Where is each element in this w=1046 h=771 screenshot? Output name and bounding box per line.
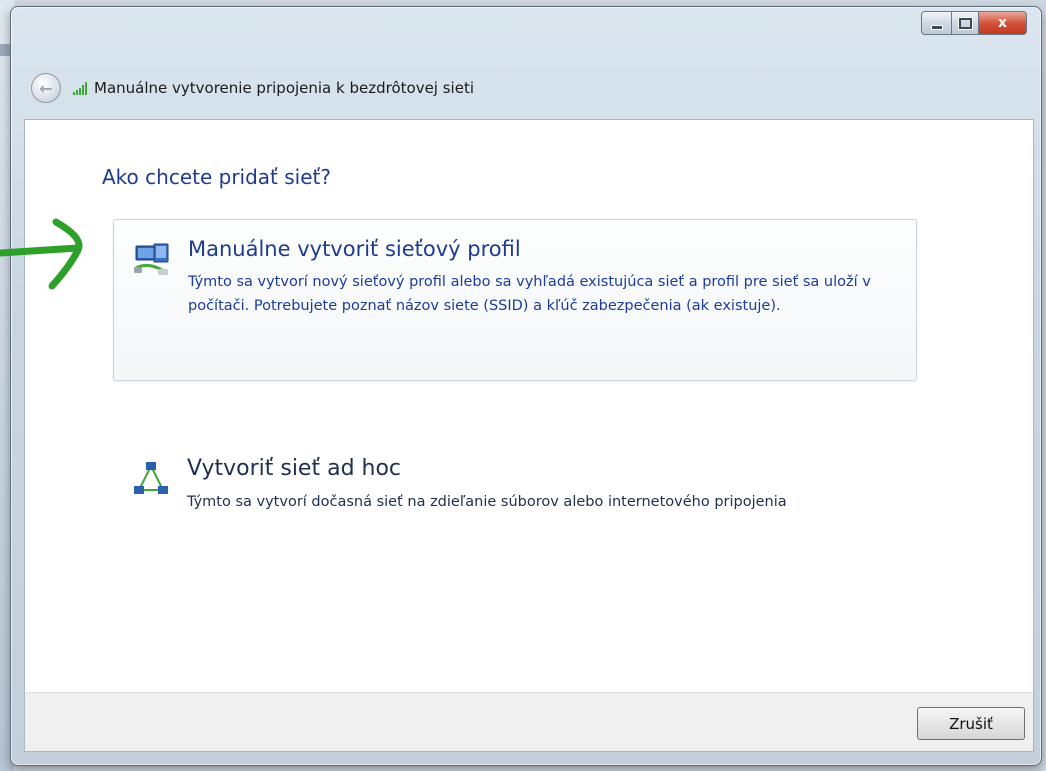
close-icon: x [997,15,1008,31]
maximize-button[interactable] [952,11,979,35]
wizard-footer: Zrušiť [24,692,1034,752]
wizard-content: Ako chcete pridať sieť? Manuálne vytvori… [24,119,1034,693]
back-arrow-icon: ← [39,78,53,98]
back-button[interactable]: ← [31,73,61,103]
option-manual-profile[interactable]: Manuálne vytvoriť sieťový profil Týmto s… [113,219,917,381]
option-description: Týmto sa vytvorí nový sieťový profil ale… [188,274,871,314]
close-button[interactable]: x [979,11,1027,35]
minimize-icon [930,24,943,30]
wireless-signal-icon [73,81,88,95]
navigation-bar: ← Manuálne vytvorenie pripojenia k bezdr… [31,73,474,103]
green-arrow-annotation [0,218,83,290]
window-title: Manuálne vytvorenie pripojenia k bezdrôt… [94,79,474,97]
option-title: Vytvoriť sieť ad hoc [187,456,402,481]
option-title: Manuálne vytvoriť sieťový profil [188,237,521,261]
option-ad-hoc[interactable]: Vytvoriť sieť ad hoc Týmto sa vytvorí do… [113,450,915,520]
page-heading: Ako chcete pridať sieť? [102,165,331,189]
minimize-button[interactable] [921,11,952,35]
caption-buttons: x [921,11,1027,35]
maximize-icon [958,17,972,29]
network-profile-icon [134,243,169,275]
option-description: Týmto sa vytvorí dočasná sieť na zdieľan… [187,494,787,510]
cancel-button[interactable]: Zrušiť [917,707,1025,740]
wizard-window: x ← Manuálne vytvorenie pripojenia k bez… [10,6,1042,766]
ad-hoc-network-icon [134,462,168,494]
